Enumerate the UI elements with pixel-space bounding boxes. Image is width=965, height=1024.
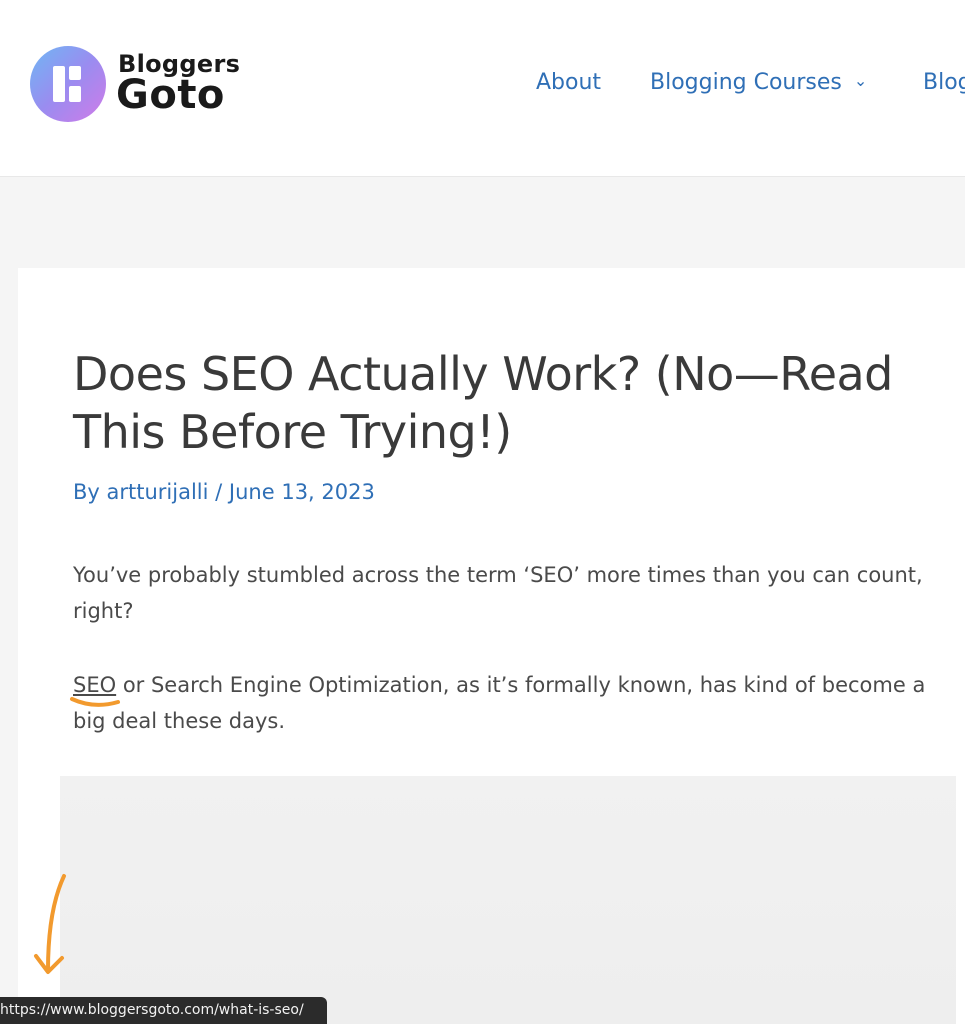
main-nav: About Blogging Courses ⌄ Blog [0,70,965,100]
paragraph-intro: You’ve probably stumbled across the term… [73,563,923,623]
post-date-link[interactable]: June 13, 2023 [229,480,375,504]
nav-item-label: Blogging Courses [650,70,842,95]
featured-image [60,776,956,1024]
paragraph-seo: SEO or Search Engine Optimization, as it… [73,667,933,739]
link-status-bar: https://www.bloggersgoto.com/what-is-seo… [0,997,327,1024]
byline-prefix: By [73,480,107,504]
nav-item-blogging-courses[interactable]: Blogging Courses ⌄ [650,70,867,95]
arrow-down-icon [34,874,66,974]
nav-item-blog[interactable]: Blog [923,70,965,95]
article-title: Does SEO Actually Work? (No—Read This Be… [73,347,893,459]
nav-item-about[interactable]: About [536,70,601,95]
highlight-underline-annotation [70,697,120,707]
post-meta: By artturijalli / June 13, 2023 [73,480,375,504]
author-link[interactable]: artturijalli [107,480,209,504]
meta-separator: / [208,480,229,504]
site-header: Bloggers Goto About Blogging Courses ⌄ Bl… [0,0,965,177]
chevron-down-icon: ⌄ [853,71,868,90]
paragraph-seo-text: or Search Engine Optimization, as it’s f… [73,673,926,733]
